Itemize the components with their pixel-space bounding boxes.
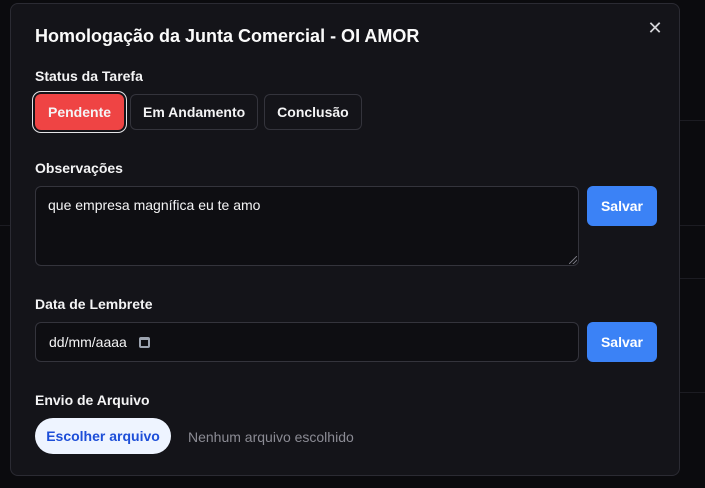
reminder-label: Data de Lembrete: [35, 296, 153, 312]
notes-textarea[interactable]: que empresa magnífica eu te amo: [35, 186, 579, 266]
notes-label: Observações: [35, 160, 123, 176]
status-in-progress-button[interactable]: Em Andamento: [130, 94, 259, 130]
status-complete-button[interactable]: Conclusão: [264, 94, 362, 130]
upload-label: Envio de Arquivo: [35, 392, 150, 408]
background-divider: [0, 225, 10, 226]
close-icon[interactable]: ✕: [645, 18, 665, 38]
reminder-date-input[interactable]: dd/mm/aaaa: [35, 322, 579, 362]
background-divider: [680, 278, 705, 279]
file-status-text: Nenhum arquivo escolhido: [188, 429, 354, 445]
task-modal: ✕ Homologação da Junta Comercial - OI AM…: [10, 3, 680, 476]
status-button-group: Pendente Em Andamento Conclusão: [35, 94, 362, 130]
status-pending-button[interactable]: Pendente: [35, 94, 125, 130]
calendar-icon[interactable]: [138, 336, 150, 348]
save-reminder-button[interactable]: Salvar: [587, 322, 657, 362]
modal-title: Homologação da Junta Comercial - OI AMOR: [35, 26, 420, 46]
date-placeholder: dd/mm/aaaa: [49, 334, 127, 350]
save-notes-button[interactable]: Salvar: [587, 186, 657, 226]
status-label: Status da Tarefa: [35, 68, 143, 84]
choose-file-button[interactable]: Escolher arquivo: [35, 418, 171, 454]
background-divider: [680, 225, 705, 226]
background-divider: [680, 392, 705, 393]
resize-handle-icon[interactable]: [569, 256, 577, 264]
background-divider: [680, 120, 705, 121]
